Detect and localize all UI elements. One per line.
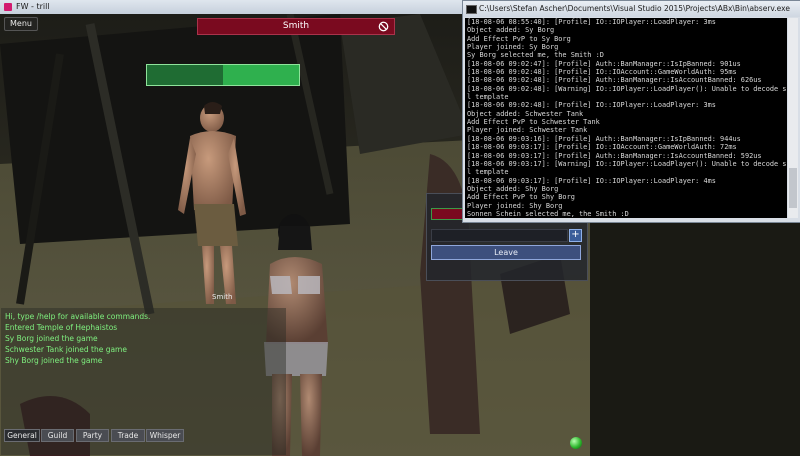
chat-line: Hi, type /help for available commands. [5, 312, 151, 321]
health-fill-dim [147, 65, 223, 85]
tab-party[interactable]: Party [76, 429, 109, 442]
console-line: [18-08-06 09:02:47]: [Profile] Auth::Ban… [467, 59, 741, 68]
deselect-icon[interactable] [378, 21, 389, 32]
console-scrollbar[interactable] [788, 18, 798, 218]
console-app-icon [466, 5, 477, 14]
console-line: l template [467, 168, 509, 177]
console-line: [18-08-06 09:02:48]: [Profile] IO::IOPla… [467, 101, 716, 110]
app-icon [4, 3, 12, 11]
tab-trade[interactable]: Trade [111, 429, 145, 442]
chat-line: Schwester Tank joined the game [5, 345, 127, 354]
console-line: [18-08-06 09:03:17]: [Warning] IO::IOPla… [467, 159, 787, 168]
scrollbar-thumb[interactable] [789, 168, 797, 208]
party-invite-input[interactable] [431, 229, 568, 242]
target-name-bar[interactable]: Smith [197, 18, 395, 35]
console-line: Add Effect PvP to Shy Borg [467, 193, 575, 202]
menu-button[interactable]: Menu [4, 17, 38, 31]
console-line: Add Effect PvP to Sy Borg [467, 34, 571, 43]
console-line: Player joined: Shy Borg [467, 201, 563, 210]
console-line: Object added: Sy Borg [467, 26, 555, 35]
console-line: [18-08-06 09:02:48]: [Warning] IO::IOPla… [467, 84, 787, 93]
leave-button[interactable]: Leave [431, 245, 581, 260]
console-window: C:\Users\Stefan Ascher\Documents\Visual … [462, 0, 800, 223]
game-window-title: FW - trill [16, 2, 50, 11]
chat-line: Shy Borg joined the game [5, 356, 103, 365]
target-name: Smith [282, 21, 310, 31]
console-line: [18-08-06 08:55:40]: [Profile] IO::IOPla… [467, 18, 716, 26]
console-line: Add Effect PvP to Schwester Tank [467, 118, 600, 127]
target-health-bar [146, 64, 300, 86]
console-titlebar[interactable]: C:\Users\Stefan Ascher\Documents\Visual … [463, 1, 800, 17]
console-line: Player joined: Schwester Tank [467, 126, 588, 135]
console-line: Player joined: Sy Borg [467, 43, 559, 52]
status-orb-icon[interactable] [570, 437, 582, 449]
tab-whisper[interactable]: Whisper [146, 429, 184, 442]
tab-general[interactable]: General [4, 429, 40, 442]
chat-line: Sy Borg joined the game [5, 334, 98, 343]
add-member-button[interactable]: + [569, 229, 582, 242]
console-window-title: C:\Users\Stefan Ascher\Documents\Visual … [479, 4, 790, 13]
console-output[interactable]: [18-08-06 08:55:40]: [Profile] IO::IOPla… [465, 18, 787, 218]
console-line: [18-08-06 09:02:48]: [Profile] IO::IOAcc… [467, 68, 737, 77]
console-line: [18-08-06 09:03:17]: [Profile] IO::IOPla… [467, 176, 716, 185]
console-line: [18-08-06 09:03:17]: [Profile] Auth::Ban… [467, 151, 762, 160]
tab-guild[interactable]: Guild [41, 429, 74, 442]
console-line: l template [467, 93, 509, 102]
console-line: [18-08-06 09:02:48]: [Profile] Auth::Ban… [467, 76, 762, 85]
character-name-label: Smith [212, 293, 233, 301]
chat-log: Hi, type /help for available commands. E… [1, 311, 150, 366]
console-line: Sonnen Schein selected me, the Smith :D [467, 209, 629, 218]
console-line: Sy Borg selected me, the Smith :D [467, 51, 604, 60]
console-line: Object added: Schwester Tank [467, 109, 584, 118]
chat-line: Entered Temple of Hephaistos [5, 323, 118, 332]
console-line: Object added: Shy Borg [467, 184, 559, 193]
console-line: [18-08-06 09:03:17]: [Profile] IO::IOAcc… [467, 143, 737, 152]
console-line: [18-08-06 09:03:16]: [Profile] Auth::Ban… [467, 134, 741, 143]
health-fill-bright [223, 65, 299, 85]
chat-window: Hi, type /help for available commands. E… [1, 308, 286, 455]
